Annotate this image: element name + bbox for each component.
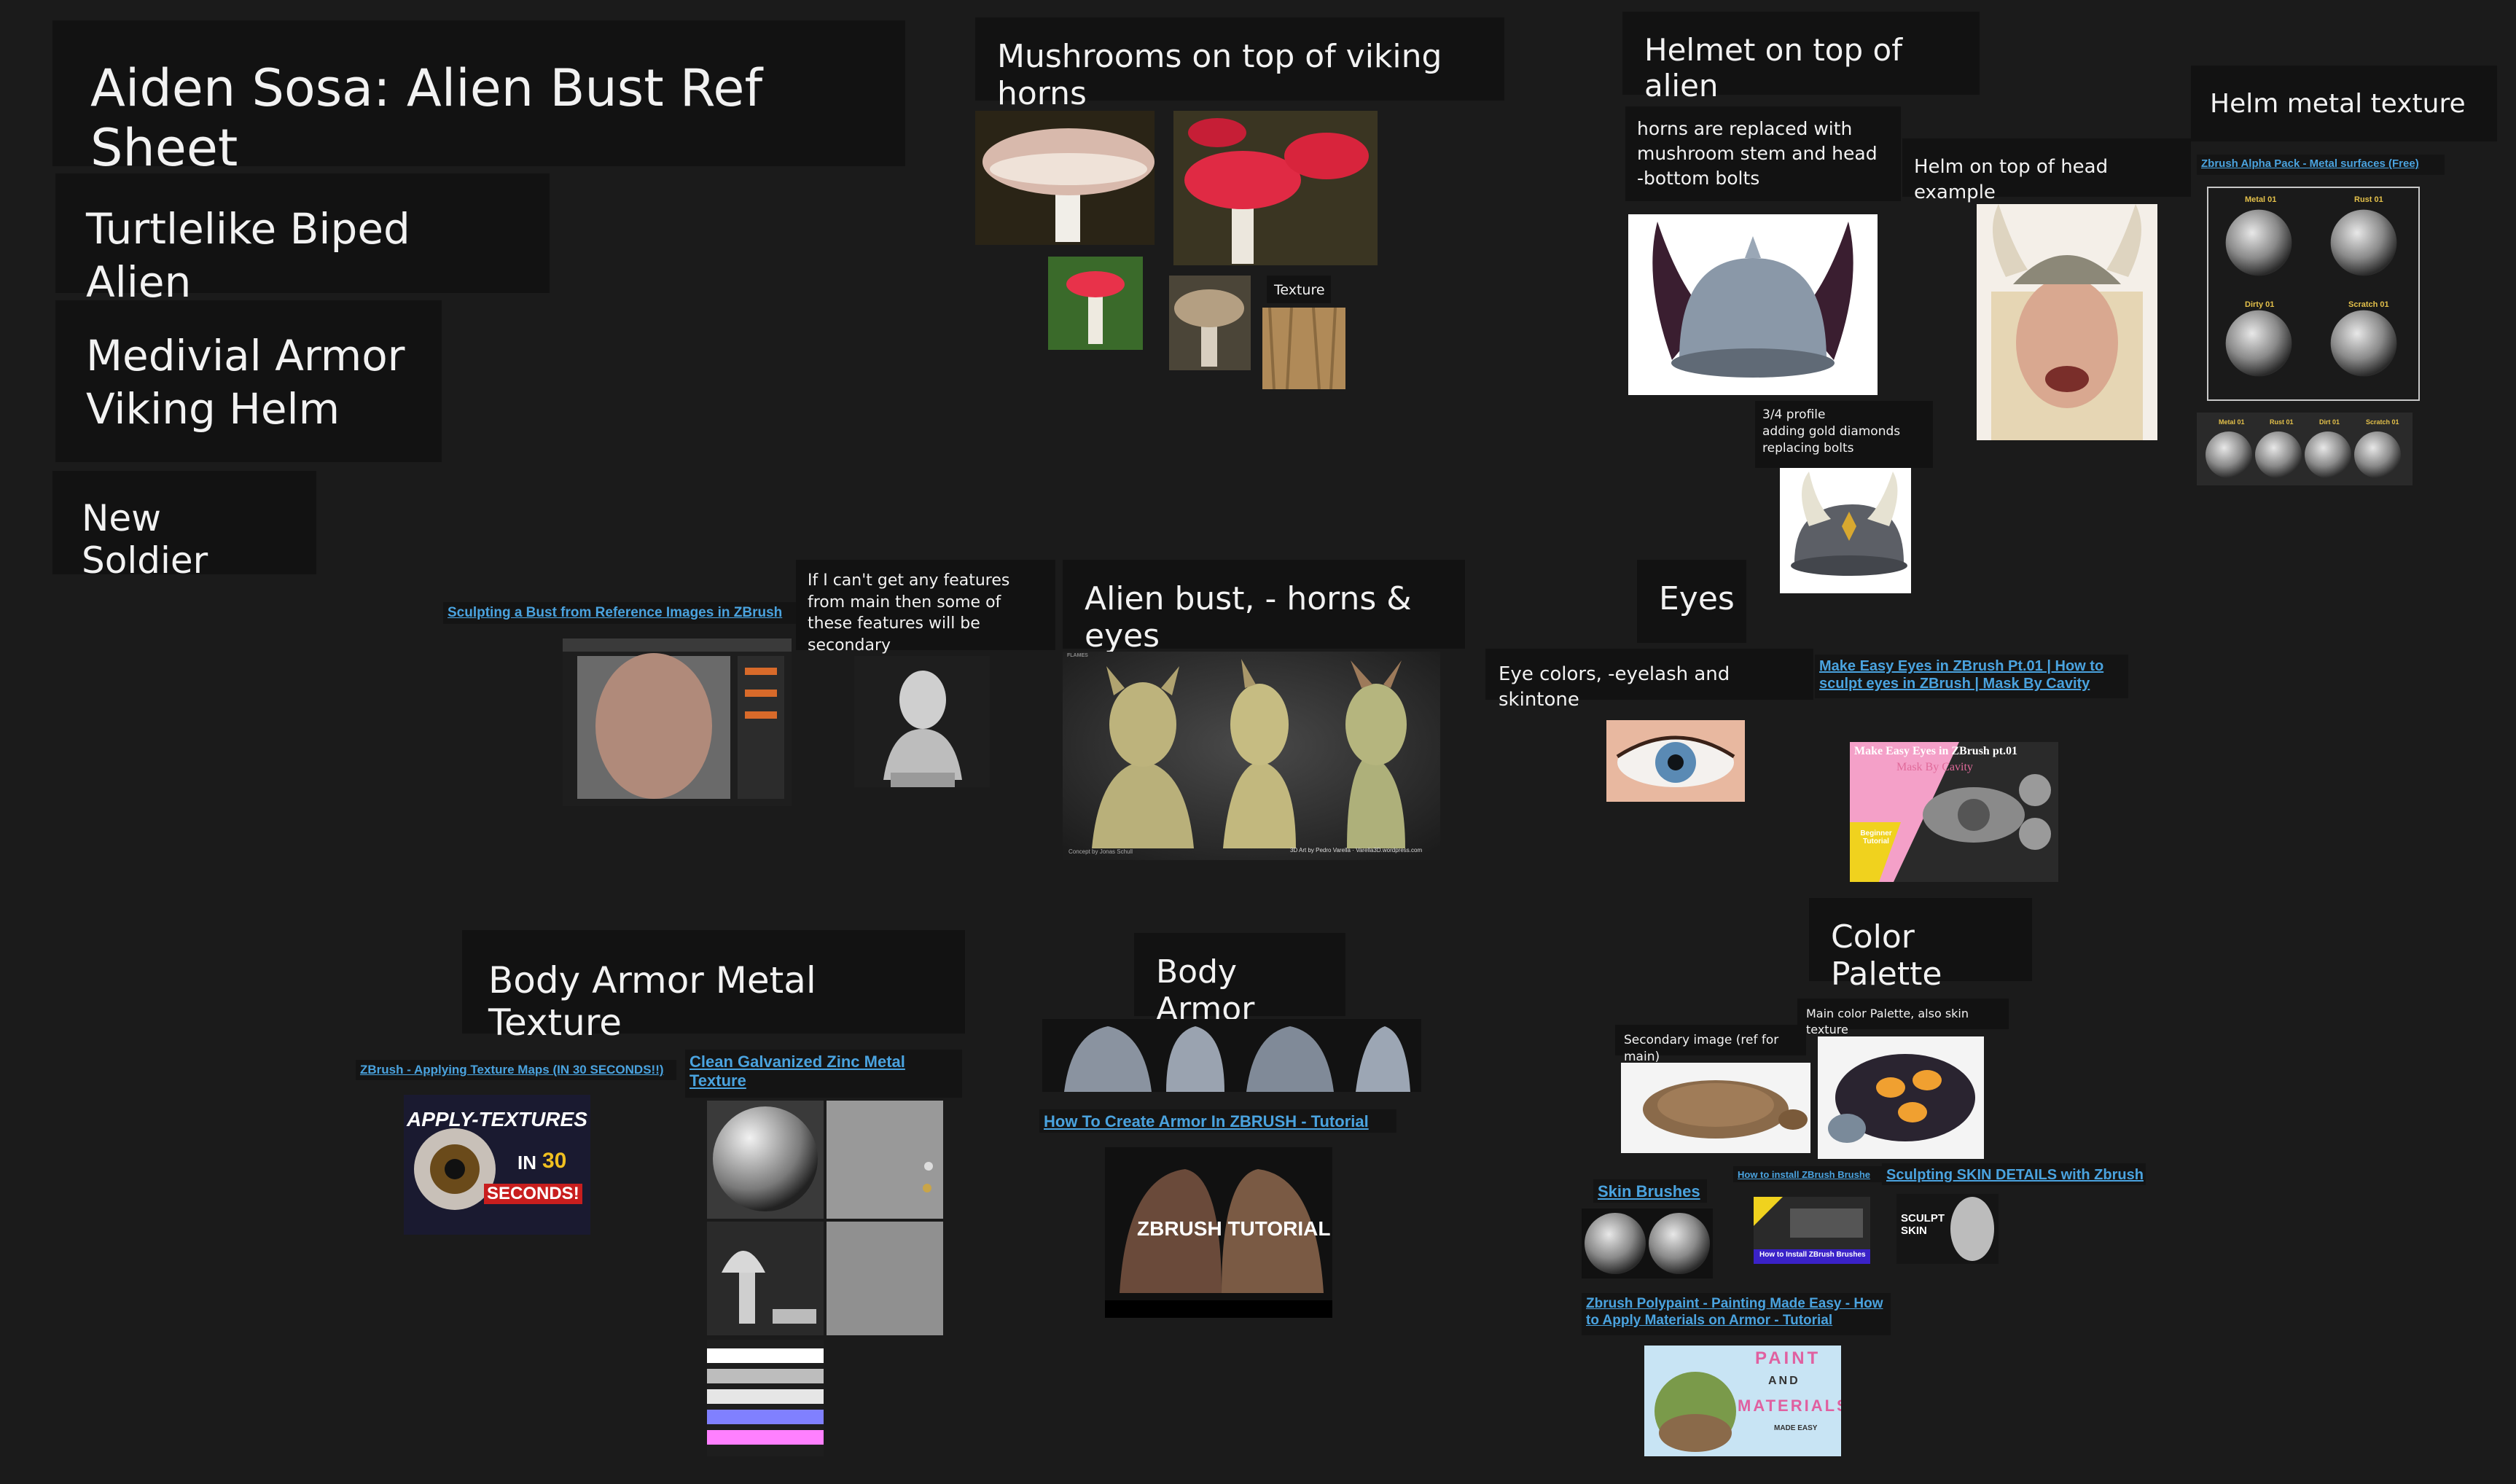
apply-textures-in: IN (517, 1152, 536, 1173)
bust-credit-right: 3D Art by Pedro Varella · Varella3D.word… (1290, 847, 1423, 854)
metal-shapes-render[interactable] (707, 1222, 824, 1335)
helmet-note[interactable]: horns are replaced with mushroom stem an… (1625, 106, 1901, 201)
texture-photo[interactable] (1262, 308, 1345, 389)
paint-materials-thumb[interactable]: PAINT AND MATERIALS MADE EASY (1644, 1346, 1841, 1456)
secondary-features-note[interactable]: If I can't get any features from main th… (796, 560, 1055, 655)
sculpt-skin-text: SCULPT SKIN (1901, 1212, 1945, 1237)
bust-tutorial-thumb[interactable] (563, 638, 792, 806)
subtitle-card[interactable]: Turtlelike Biped Alien (55, 173, 550, 307)
turtle-main-photo[interactable] (1818, 1036, 1984, 1159)
mushroom-photo-small[interactable] (1048, 257, 1143, 350)
eyes-tutorial-link[interactable]: Make Easy Eyes in ZBrush Pt.01 | How to … (1815, 655, 2128, 698)
install-thumb-text: How to Install ZBrush Brushes (1759, 1251, 1866, 1259)
bust-corner-label: FLAMES (1067, 653, 1088, 658)
create-armor-link[interactable]: How To Create Armor In ZBRUSH - Tutorial (1039, 1109, 1396, 1133)
made-easy-word: MADE EASY (1774, 1424, 1818, 1432)
swatch-label-1: Metal 01 (2245, 195, 2277, 204)
mini-label-4: Scratch 01 (2366, 418, 2399, 426)
head-example-photo[interactable] (1977, 204, 2157, 440)
eyes-thumb-sub: Mask By Cavity (1896, 761, 1973, 773)
swatch-label-3: Dirty 01 (2245, 300, 2275, 309)
soldier-card[interactable]: New Soldier (52, 471, 316, 582)
metal-brushed-texture[interactable] (827, 1222, 943, 1335)
helm-metal-heading[interactable]: Helm metal texture (2191, 66, 2497, 141)
board-title[interactable]: Aiden Sosa: Alien Bust Ref Sheet (52, 20, 905, 178)
helm-metal-link[interactable]: Zbrush Alpha Pack - Metal surfaces (Free… (2197, 155, 2445, 175)
apply-textures-seconds: SECONDS! (484, 1184, 582, 1204)
apply-textures-line1: APPLY-TEXTURES (407, 1108, 587, 1130)
texture-label[interactable]: Texture (1267, 276, 1331, 303)
metal-sphere-render[interactable] (707, 1101, 824, 1219)
install-brushes-link[interactable]: How to install ZBrush Brushe (1733, 1166, 1883, 1182)
eyes-thumb-title: Make Easy Eyes in ZBrush pt.01 (1854, 745, 2018, 757)
and-word: AND (1768, 1375, 1800, 1387)
main-palette-note[interactable]: Main color Palette, also skin texture (1797, 999, 2009, 1036)
eye-photo[interactable] (1606, 720, 1745, 802)
palette-heading[interactable]: Color Palette (1809, 898, 2032, 993)
install-brushes-thumb[interactable]: How to Install ZBrush Brushes (1754, 1197, 1870, 1264)
armor-thumb-text: ZBRUSH TUTORIAL (1137, 1217, 1331, 1240)
sculpt-skin-thumb[interactable]: SCULPT SKIN (1896, 1194, 1999, 1264)
mini-label-2: Rust 01 (2270, 418, 2294, 426)
swatch-label-4: Scratch 01 (2348, 300, 2389, 309)
mushroom-photo-brown[interactable] (1169, 276, 1251, 370)
body-metal-heading[interactable]: Body Armor Metal Texture (462, 930, 965, 1044)
swatch-label-2: Rust 01 (2354, 195, 2383, 204)
bust-sculpt-thumb[interactable] (854, 656, 990, 787)
paint-word: PAINT (1755, 1348, 1821, 1368)
metal-swatch-strip[interactable]: Metal 01 Rust 01 Dirt 01 Scratch 01 (2197, 413, 2413, 485)
skin-brushes-link[interactable]: Skin Brushes (1593, 1179, 1707, 1203)
skin-brushes-thumb[interactable] (1582, 1208, 1713, 1278)
turtle-secondary-photo[interactable] (1621, 1063, 1810, 1153)
head-example-label[interactable]: Helm on top of head example (1902, 138, 2191, 203)
alien-bust-render[interactable]: FLAMES Concept by Jonas Schull 3D Art by… (1063, 652, 1440, 860)
eyes-heading[interactable]: Eyes (1637, 560, 1746, 643)
mini-label-3: Dirt 01 (2319, 418, 2340, 426)
galvanized-metal-link[interactable]: Clean Galvanized Zinc Metal Texture (685, 1050, 962, 1098)
polypaint-link[interactable]: Zbrush Polypaint - Painting Made Easy - … (1582, 1293, 1891, 1335)
mushroom-photo-white[interactable] (975, 111, 1155, 245)
eyes-thumb-badge: Beginner Tutorial (1860, 829, 1892, 846)
materials-word: MATERIALS (1738, 1397, 1841, 1415)
bust-credit-left: Concept by Jonas Schull (1068, 848, 1133, 855)
bust-tutorial-link[interactable]: Sculpting a Bust from Reference Images i… (443, 602, 797, 624)
skin-details-link[interactable]: Sculpting SKIN DETAILS with Zbrush (1882, 1163, 2146, 1185)
viking-helmet-photo[interactable] (1628, 214, 1878, 395)
eyes-note[interactable]: Eye colors, -eyelash and skintone (1485, 649, 1813, 711)
helmet-heading[interactable]: Helmet on top of alien (1622, 12, 1980, 104)
armor-strip-photo[interactable] (1042, 1019, 1421, 1092)
material-swatch-list[interactable] (707, 1340, 824, 1456)
mushroom-photo-red[interactable] (1173, 111, 1378, 265)
mushrooms-heading[interactable]: Mushrooms on top of viking horns (975, 17, 1504, 112)
metal-plate-texture[interactable] (827, 1101, 943, 1219)
bust-heading[interactable]: Alien bust, - horns & eyes (1063, 560, 1465, 655)
profile-helmet-render[interactable] (1780, 468, 1911, 593)
armor-note-card[interactable]: Medivial Armor Viking Helm (55, 300, 442, 462)
body-armor-heading[interactable]: Body Armor (1134, 933, 1345, 1028)
armor-tutorial-thumb[interactable]: ZBRUSH TUTORIAL (1105, 1147, 1332, 1318)
profile-note[interactable]: 3/4 profile adding gold diamonds replaci… (1755, 401, 1933, 468)
eyes-tutorial-thumb[interactable]: Make Easy Eyes in ZBrush pt.01 Mask By C… (1850, 742, 2058, 882)
apply-textures-thumb[interactable]: APPLY-TEXTURES IN 30 SECONDS! (404, 1095, 590, 1235)
texture-maps-link[interactable]: ZBrush - Applying Texture Maps (IN 30 SE… (356, 1060, 676, 1080)
secondary-image-note[interactable]: Secondary image (ref for main) (1615, 1025, 1806, 1064)
apply-textures-num: 30 (542, 1149, 567, 1173)
metal-swatch-panel[interactable]: Metal 01 Rust 01 Dirty 01 Scratch 01 (2207, 187, 2420, 401)
mini-label-1: Metal 01 (2219, 418, 2245, 426)
